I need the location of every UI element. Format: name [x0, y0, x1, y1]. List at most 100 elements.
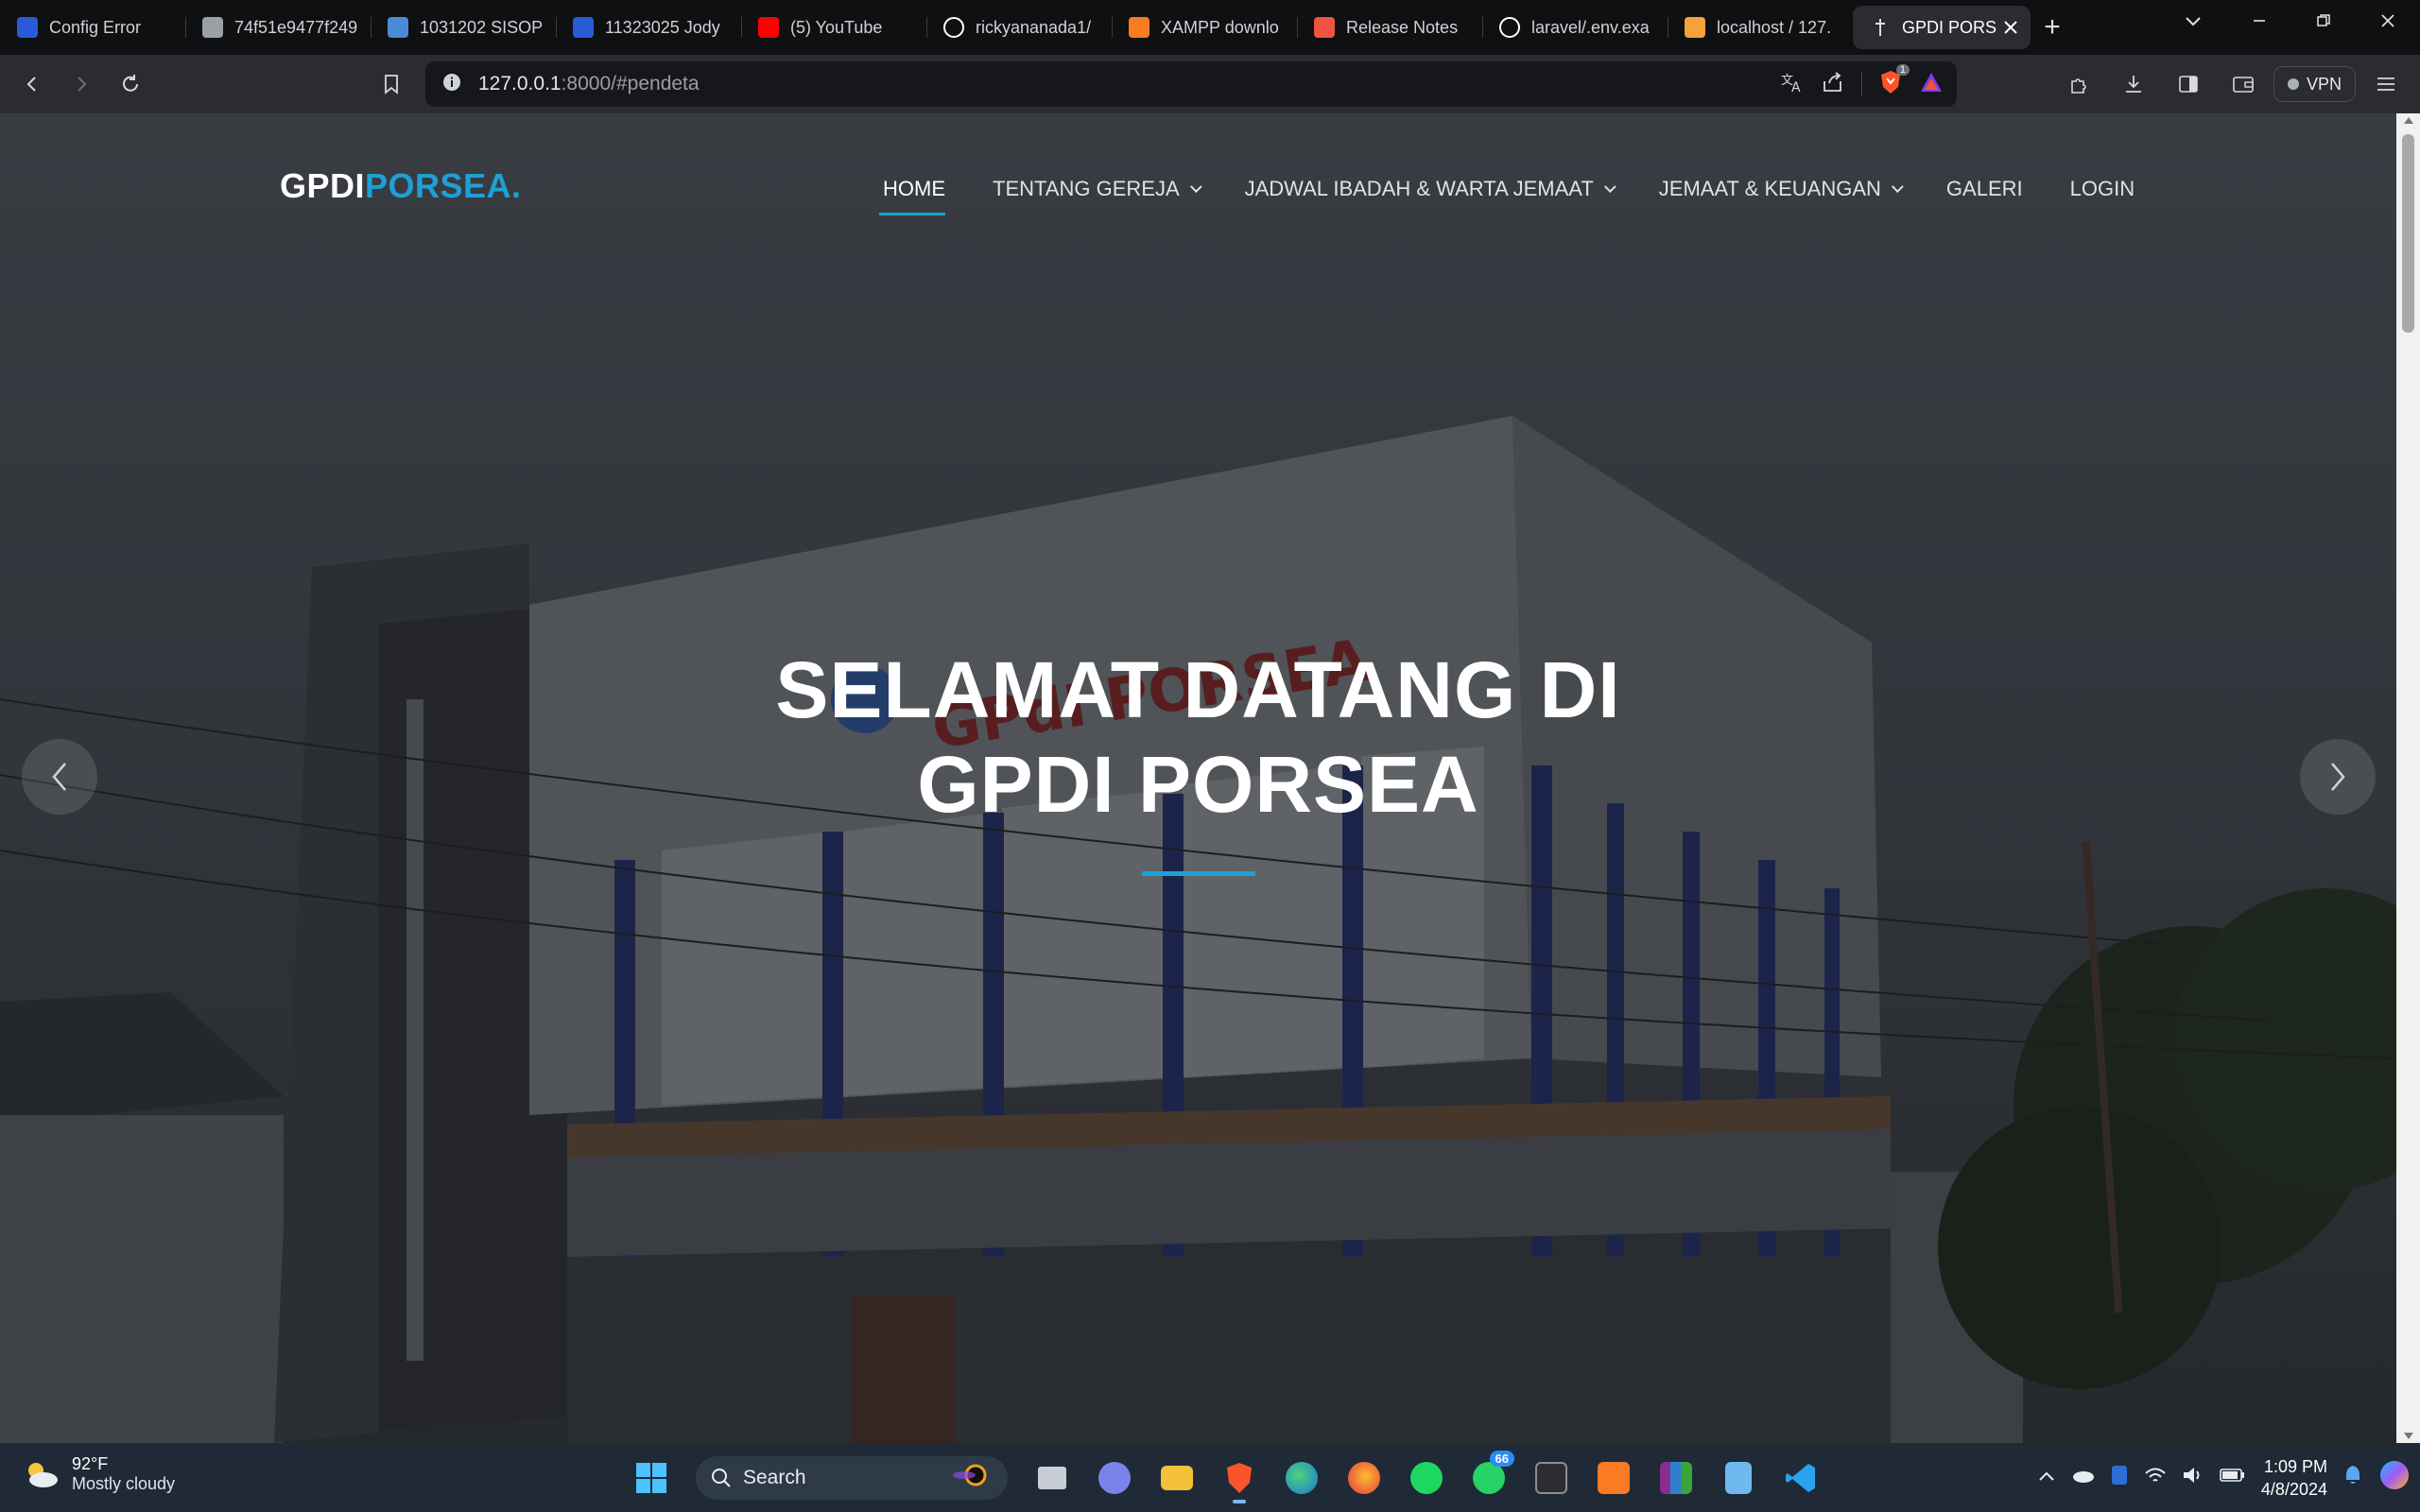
tab-title: XAMPP downlo [1161, 17, 1279, 37]
hero-underline [1142, 871, 1255, 876]
tray-app-icon[interactable] [2110, 1464, 2129, 1491]
xampp-icon[interactable] [1586, 1451, 1641, 1505]
browser-tab[interactable]: 74f51e9477f249 [185, 6, 371, 49]
back-button[interactable] [8, 60, 57, 109]
browser-tab[interactable]: 1031202 SISOP [371, 6, 556, 49]
clock-time: 1:09 PM [2263, 1456, 2327, 1476]
terminal-icon[interactable] [1524, 1451, 1579, 1505]
copilot-icon[interactable] [2378, 1459, 2411, 1496]
browser-tab[interactable]: (5) YouTube [741, 6, 926, 49]
browser-tab[interactable]: localhost / 127. [1668, 6, 1853, 49]
extensions-icon[interactable] [2054, 60, 2103, 109]
scroll-up-arrow-icon[interactable] [2404, 117, 2413, 124]
site-info-icon[interactable] [442, 73, 461, 96]
browser-tab[interactable]: Release Notes [1297, 6, 1482, 49]
carousel-prev-button[interactable] [22, 739, 97, 815]
brave-rewards-icon[interactable] [1919, 71, 1944, 98]
weather-widget[interactable]: 92°F Mostly cloudy [23, 1454, 175, 1494]
tab-title: Config Error [49, 17, 142, 37]
meet-chat-icon[interactable] [1087, 1451, 1142, 1505]
close-window-button[interactable] [2356, 0, 2420, 42]
close-tab-icon[interactable] [2004, 15, 2017, 40]
tab-title: GPDI PORS [1902, 17, 1996, 37]
tray-overflow-chevron-icon[interactable] [2038, 1469, 2055, 1486]
file-explorer-icon[interactable] [1150, 1451, 1204, 1505]
edge-icon[interactable] [1274, 1451, 1329, 1505]
tab-strip: Config Error 74f51e9477f249 1031202 SISOP 1… [0, 0, 2420, 55]
site-logo[interactable]: GPDIPORSEA. [280, 166, 522, 206]
volume-icon[interactable] [2182, 1466, 2204, 1489]
cloud-sun-icon [28, 1463, 58, 1487]
wifi-icon[interactable] [2144, 1466, 2167, 1489]
new-tab-button[interactable]: + [2031, 6, 2074, 49]
nav-item-galeri[interactable]: GALERI [1923, 172, 2047, 206]
search-icon [712, 1469, 731, 1487]
browser-tab[interactable]: laravel/.env.exa [1482, 6, 1668, 49]
chevron-left-icon [52, 763, 66, 791]
tab-search-chevron-icon[interactable] [2174, 6, 2212, 38]
restore-button[interactable] [2291, 0, 2356, 42]
reload-button[interactable] [106, 60, 155, 109]
scroll-down-arrow-icon[interactable] [2404, 1433, 2413, 1439]
nav-item-tentang-gereja[interactable]: TENTANG GEREJA [969, 172, 1221, 206]
notification-bell-icon[interactable] [2342, 1464, 2363, 1491]
nav-item-label: GALERI [1945, 177, 2023, 200]
globe-icon [202, 17, 223, 38]
shields-count-badge: 1 [1895, 63, 1910, 76]
nav-item-jadwal-ibadah-warta-jemaat[interactable]: JADWAL IBADAH & WARTA JEMAAT [1221, 172, 1635, 206]
laravel-icon [1314, 17, 1335, 38]
browser-tab[interactable]: GPDI PORS [1853, 6, 2031, 49]
address-bar[interactable]: 127.0.0.1:8000/#pendeta 文A 1 [425, 61, 1957, 107]
carousel-next-button[interactable] [2300, 739, 2376, 815]
nav-item-login[interactable]: LOGIN [2047, 172, 2158, 206]
windows-icon [636, 1463, 666, 1493]
translate-icon[interactable]: 文A [1780, 71, 1805, 98]
firefox-icon[interactable] [1337, 1451, 1392, 1505]
wallet-icon[interactable] [2219, 60, 2268, 109]
phpmyadmin-icon [1685, 17, 1705, 38]
browser-tab[interactable]: rickyananada1/ [926, 6, 1112, 49]
spotify-icon[interactable] [1399, 1451, 1454, 1505]
menu-icon[interactable] [2361, 60, 2411, 109]
notepad-icon[interactable] [1711, 1451, 1766, 1505]
share-icon[interactable] [1822, 71, 1844, 97]
browser-tab[interactable]: 11323025 Jody [556, 6, 741, 49]
start-button[interactable] [624, 1451, 679, 1505]
forward-button[interactable] [57, 60, 106, 109]
weather-temperature: 92°F [72, 1454, 109, 1473]
chevron-right-icon [2331, 763, 2345, 791]
battery-icon[interactable] [2220, 1467, 2246, 1488]
cross-icon [1870, 17, 1891, 38]
nav-item-home[interactable]: HOME [879, 172, 969, 215]
taskbar-search[interactable]: Search [696, 1456, 1008, 1500]
url-text[interactable]: 127.0.0.1:8000/#pendeta [478, 73, 700, 95]
clock[interactable]: 1:09 PM 4/8/2024 [2261, 1455, 2327, 1501]
tab-title: 1031202 SISOP [420, 17, 543, 37]
browser-tab[interactable]: Config Error [0, 6, 185, 49]
onedrive-icon[interactable] [2070, 1467, 2095, 1488]
sidebar-toggle-icon[interactable] [2164, 60, 2213, 109]
doc-favicon-icon [388, 17, 408, 38]
main-nav: HOME TENTANG GEREJA JADWAL IBADAH & WARTA … [879, 172, 2158, 215]
system-tray: 1:09 PM 4/8/2024 [2038, 1443, 2411, 1512]
scroll-thumb[interactable] [2402, 134, 2414, 333]
browser-tab[interactable]: XAMPP downlo [1112, 6, 1297, 49]
nav-item-jemaat-keuangan[interactable]: JEMAAT & KEUANGAN [1635, 172, 1923, 206]
vscode-icon[interactable] [1773, 1451, 1828, 1505]
whatsapp-icon[interactable]: 66 [1461, 1451, 1516, 1505]
winrar-icon[interactable] [1649, 1451, 1703, 1505]
brave-shields-icon[interactable]: 1 [1879, 63, 1910, 99]
hero-title-line-1: SELAMAT DATANG DI [775, 645, 1621, 734]
youtube-icon [758, 17, 779, 38]
vpn-status-icon [2287, 78, 2299, 90]
minimize-button[interactable] [2227, 0, 2291, 42]
bookmark-icon[interactable] [367, 60, 416, 109]
brave-browser-icon[interactable] [1212, 1451, 1267, 1505]
vpn-button[interactable]: VPN [2273, 66, 2356, 102]
del-favicon-icon [17, 17, 38, 38]
page-viewport: GPdI PORSEA GPDIPORSEA. HOME TENTANG GERE… [0, 113, 2396, 1443]
page-scrollbar[interactable] [2396, 113, 2420, 1443]
tab-title: localhost / 127. [1717, 17, 1832, 37]
task-view-icon[interactable] [1025, 1451, 1080, 1505]
downloads-icon[interactable] [2109, 60, 2158, 109]
